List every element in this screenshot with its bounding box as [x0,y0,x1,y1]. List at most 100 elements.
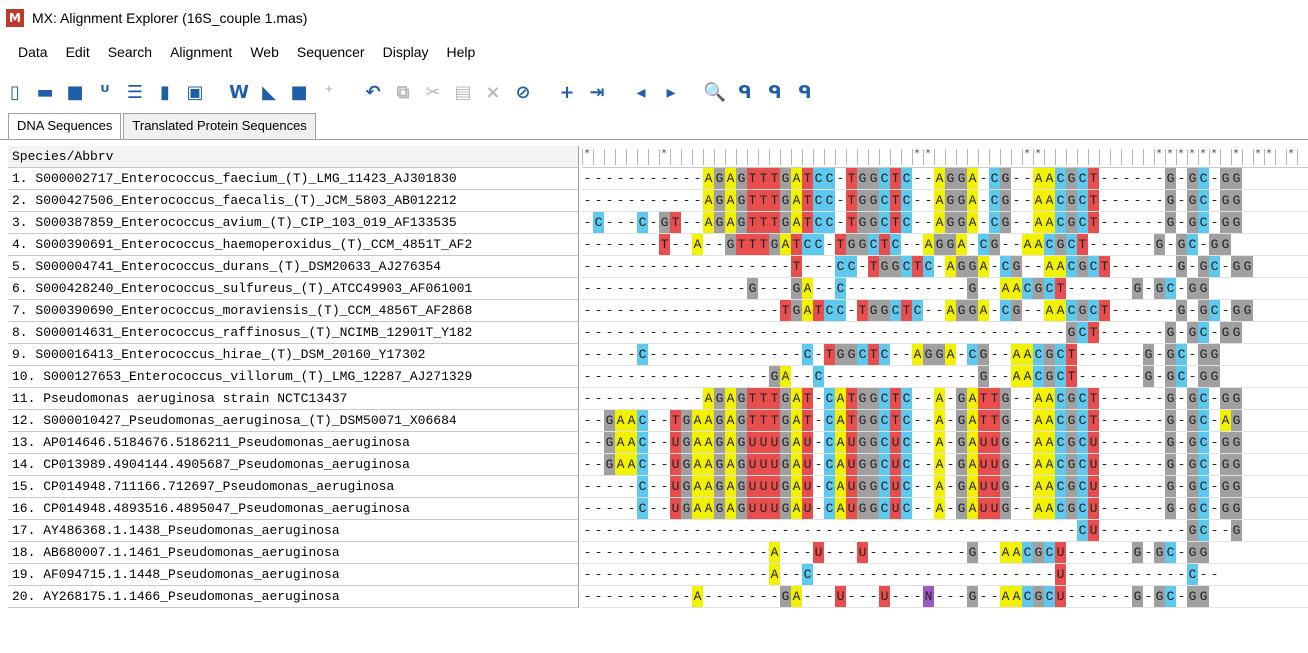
base-cell[interactable]: - [626,190,637,211]
base-cell[interactable]: U [802,476,813,497]
align-blocks-icon[interactable]: ▮ [150,77,180,107]
base-cell[interactable]: - [593,168,604,189]
base-cell[interactable]: C [1077,190,1088,211]
base-cell[interactable]: - [813,454,824,475]
base-cell[interactable]: - [835,542,846,563]
base-cell[interactable]: - [1110,168,1121,189]
base-cell[interactable]: - [967,234,978,255]
base-cell[interactable]: G [1066,190,1077,211]
base-cell[interactable]: - [1011,388,1022,409]
base-cell[interactable]: - [659,322,670,343]
base-cell[interactable]: - [1077,542,1088,563]
base-cell[interactable]: - [1077,278,1088,299]
base-cell[interactable]: - [637,300,648,321]
base-cell[interactable]: C [901,410,912,431]
base-cell[interactable]: - [659,498,670,519]
base-cell[interactable]: G [714,212,725,233]
base-cell[interactable]: - [1154,432,1165,453]
base-cell[interactable]: - [791,520,802,541]
base-cell[interactable]: - [945,322,956,343]
base-cell[interactable]: - [681,366,692,387]
base-cell[interactable]: - [714,586,725,607]
base-cell[interactable]: - [1165,300,1176,321]
base-cell[interactable]: G [1000,410,1011,431]
base-cell[interactable]: - [659,542,670,563]
base-cell[interactable]: - [1143,476,1154,497]
base-cell[interactable]: C [1198,212,1209,233]
base-cell[interactable]: - [890,520,901,541]
base-cell[interactable]: G [1187,454,1198,475]
base-cell[interactable]: - [1088,344,1099,365]
base-cell[interactable]: - [659,344,670,365]
base-cell[interactable]: - [1022,410,1033,431]
base-cell[interactable]: - [1022,476,1033,497]
base-cell[interactable]: G [1198,586,1209,607]
base-cell[interactable]: U [747,454,758,475]
base-cell[interactable]: C [1044,234,1055,255]
base-cell[interactable]: - [879,366,890,387]
base-cell[interactable]: A [1000,278,1011,299]
base-cell[interactable]: T [868,256,879,277]
uuc-convert-icon[interactable]: ᵁ [90,77,120,107]
base-cell[interactable]: C [901,388,912,409]
base-cell[interactable]: - [747,256,758,277]
base-cell[interactable]: - [1132,388,1143,409]
base-cell[interactable]: - [615,212,626,233]
base-cell[interactable]: A [791,476,802,497]
base-cell[interactable]: T [736,234,747,255]
base-cell[interactable]: - [1110,564,1121,585]
base-cell[interactable]: G [1033,586,1044,607]
base-cell[interactable]: - [725,542,736,563]
base-cell[interactable]: U [879,586,890,607]
base-cell[interactable]: T [802,212,813,233]
base-cell[interactable]: - [813,410,824,431]
base-cell[interactable]: - [1110,388,1121,409]
base-cell[interactable]: - [923,564,934,585]
base-cell[interactable]: - [725,366,736,387]
base-cell[interactable]: - [923,476,934,497]
base-cell[interactable]: U [758,454,769,475]
base-cell[interactable]: - [1154,344,1165,365]
base-cell[interactable]: G [780,476,791,497]
base-cell[interactable]: A [1000,542,1011,563]
base-cell[interactable]: - [978,278,989,299]
base-cell[interactable]: - [593,454,604,475]
base-cell[interactable]: - [934,520,945,541]
base-cell[interactable]: C [1077,520,1088,541]
base-cell[interactable]: - [890,586,901,607]
base-cell[interactable]: G [604,454,615,475]
base-cell[interactable]: - [1209,520,1220,541]
base-cell[interactable]: G [945,234,956,255]
base-cell[interactable]: - [769,256,780,277]
base-cell[interactable]: C [824,212,835,233]
base-cell[interactable]: A [626,432,637,453]
base-cell[interactable]: - [582,520,593,541]
base-cell[interactable]: G [681,476,692,497]
base-cell[interactable]: - [1154,454,1165,475]
sequence-row[interactable]: ----------------------------------------… [582,322,1308,344]
base-cell[interactable]: - [1033,564,1044,585]
base-cell[interactable]: - [1121,300,1132,321]
sequence-row[interactable]: -----------------A--C-------------------… [582,564,1308,586]
base-cell[interactable]: G [1077,256,1088,277]
base-cell[interactable]: - [923,168,934,189]
base-cell[interactable]: - [692,212,703,233]
base-cell[interactable]: - [1022,498,1033,519]
base-cell[interactable]: - [934,564,945,585]
base-cell[interactable]: - [1143,564,1154,585]
base-cell[interactable]: - [1176,168,1187,189]
base-cell[interactable]: C [1198,432,1209,453]
base-cell[interactable]: G [934,234,945,255]
base-cell[interactable]: T [890,388,901,409]
base-cell[interactable]: C [912,300,923,321]
base-cell[interactable]: G [1165,212,1176,233]
base-cell[interactable]: A [1055,300,1066,321]
base-cell[interactable]: - [604,322,615,343]
cut-icon[interactable]: ✂ [418,77,448,107]
base-cell[interactable]: T [1066,366,1077,387]
base-cell[interactable]: - [648,256,659,277]
base-cell[interactable]: C [824,454,835,475]
base-cell[interactable]: T [868,344,879,365]
base-cell[interactable]: G [659,212,670,233]
base-cell[interactable]: - [593,366,604,387]
